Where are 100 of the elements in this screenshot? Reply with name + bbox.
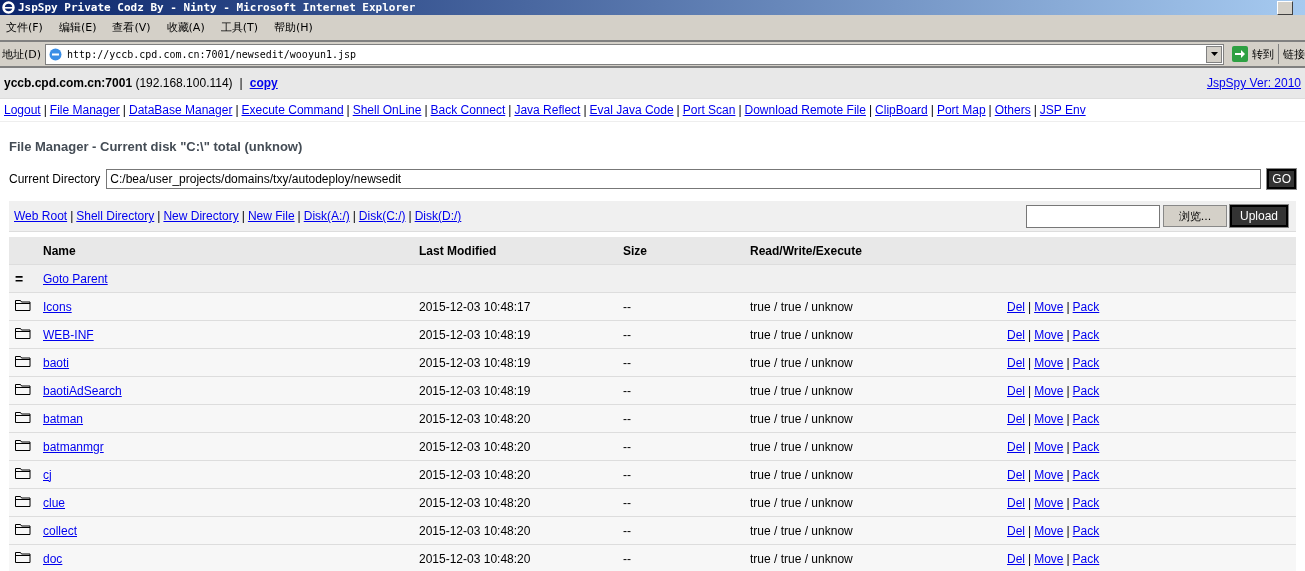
action-link[interactable]: Pack (1072, 551, 1100, 566)
action-link[interactable]: Move (1034, 327, 1064, 342)
toolbar-link[interactable]: Disk(C:/) (358, 209, 406, 223)
action-link[interactable]: Move (1034, 411, 1064, 426)
toolbar-link[interactable]: New File (247, 209, 295, 223)
action-link[interactable]: Del (1007, 355, 1025, 370)
nav-link[interactable]: Execute Command (241, 103, 344, 117)
nav-link[interactable]: JSP Env (1039, 103, 1086, 117)
action-link[interactable]: Move (1034, 495, 1064, 510)
folder-link[interactable]: baotiAdSearch (43, 383, 122, 398)
toolbar-link[interactable]: New Directory (163, 209, 239, 223)
separator: | (868, 103, 873, 117)
table-cell: -- (623, 439, 631, 454)
toolbar-link[interactable]: Disk(A:/) (303, 209, 350, 223)
table-cell: true / true / unknow (750, 355, 853, 370)
browse-button[interactable]: 浏览... (1162, 205, 1227, 227)
action-link[interactable]: Del (1007, 327, 1025, 342)
table-cell: 2015-12-03 10:48:20 (419, 551, 531, 566)
separator: | (241, 209, 245, 223)
table-cell: true / true / unknow (750, 411, 853, 426)
toolbar-link[interactable]: Web Root (14, 209, 68, 223)
action-link[interactable]: Pack (1072, 383, 1100, 398)
go-button[interactable]: GO (1267, 169, 1296, 189)
parent-link[interactable]: Goto Parent (43, 271, 108, 286)
action-link[interactable]: Move (1034, 439, 1064, 454)
folder-link[interactable]: batmanmgr (43, 439, 104, 454)
nav-link[interactable]: Java Reflect (514, 103, 581, 117)
action-link[interactable]: Pack (1072, 467, 1100, 482)
action-link[interactable]: Pack (1072, 495, 1100, 510)
action-link[interactable]: Pack (1072, 327, 1100, 342)
menu-item[interactable]: 编辑(E) (58, 20, 97, 35)
action-link[interactable]: Move (1034, 355, 1064, 370)
nav-link[interactable]: ClipBoard (875, 103, 928, 117)
separator: | (583, 103, 587, 117)
action-link[interactable]: Move (1034, 467, 1064, 482)
action-link[interactable]: Del (1007, 411, 1025, 426)
nav-link[interactable]: Port Scan (682, 103, 736, 117)
dropdown-button[interactable] (1206, 45, 1222, 63)
address-field[interactable]: http://yccb.cpd.com.cn:7001/newsedit/wooyun1.jsp (45, 43, 1224, 65)
separator: | (1028, 551, 1032, 566)
action-link[interactable]: Del (1007, 299, 1025, 314)
action-link[interactable]: Move (1034, 523, 1064, 538)
folder-link[interactable]: batman (43, 411, 84, 426)
folder-icon (15, 495, 31, 507)
folder-link[interactable]: collect (43, 523, 77, 538)
minimize-button[interactable] (1277, 0, 1293, 15)
menu-item[interactable]: 文件(F) (6, 20, 43, 35)
nav-link[interactable]: Shell OnLine (352, 103, 422, 117)
nav-link[interactable]: Download Remote File (744, 103, 866, 117)
action-link[interactable]: Del (1007, 383, 1025, 398)
nav-link[interactable]: DataBase Manager (129, 103, 233, 117)
upload-button[interactable]: Upload (1229, 205, 1288, 227)
table-cell: -- (623, 383, 631, 398)
nav-link[interactable]: Port Map (936, 103, 986, 117)
action-link[interactable]: Del (1007, 439, 1025, 454)
separator: | (1066, 327, 1070, 342)
folder-link[interactable]: doc (43, 551, 63, 566)
action-link[interactable]: Pack (1072, 411, 1100, 426)
folder-icon (15, 523, 31, 535)
column-header: Name (43, 243, 76, 258)
menu-item[interactable]: 查看(V) (112, 20, 151, 35)
separator: | (408, 209, 412, 223)
action-link[interactable]: Pack (1072, 439, 1100, 454)
action-link[interactable]: Pack (1072, 355, 1100, 370)
action-link[interactable]: Del (1007, 467, 1025, 482)
separator: | (352, 209, 356, 223)
nav-link[interactable]: Eval Java Code (589, 103, 674, 117)
menu-item[interactable]: 工具(T) (220, 20, 258, 35)
folder-link[interactable]: cj (43, 467, 52, 482)
folder-link[interactable]: Icons (43, 299, 72, 314)
menu-item[interactable]: 帮助(H) (274, 20, 313, 35)
action-link[interactable]: Del (1007, 523, 1025, 538)
separator: | (424, 103, 428, 117)
table-cell: 2015-12-03 10:48:20 (419, 495, 531, 510)
folder-link[interactable]: WEB-INF (43, 327, 94, 342)
links-button[interactable]: 链接 (1283, 46, 1305, 62)
nav-link[interactable]: Logout (4, 103, 41, 117)
copy-link[interactable]: copy (249, 76, 278, 90)
toolbar-link[interactable]: Disk(D:/) (414, 209, 462, 223)
folder-icon (15, 467, 31, 479)
action-link[interactable]: Move (1034, 551, 1064, 566)
nav-link[interactable]: Others (994, 103, 1031, 117)
action-link[interactable]: Move (1034, 383, 1064, 398)
go-button[interactable]: 转到 (1228, 44, 1279, 64)
nav-link[interactable]: Back Connect (430, 103, 506, 117)
file-field[interactable] (1025, 204, 1160, 228)
version-link[interactable]: JspSpy Ver: 2010 (1206, 76, 1301, 90)
action-link[interactable]: Pack (1072, 299, 1100, 314)
nav-link[interactable]: File Manager (49, 103, 120, 117)
folder-link[interactable]: baoti (43, 355, 70, 370)
directory-field[interactable]: C:/bea/user_projects/domains/txy/autodeploy/newsedit (106, 169, 1262, 189)
action-link[interactable]: Move (1034, 299, 1064, 314)
action-link[interactable]: Del (1007, 495, 1025, 510)
action-link[interactable]: Pack (1072, 523, 1100, 538)
toolbar-link[interactable]: Shell Directory (76, 209, 155, 223)
menu-item[interactable]: 收藏(A) (166, 20, 205, 35)
folder-icon (15, 383, 31, 395)
action-link[interactable]: Del (1007, 551, 1025, 566)
address-label: 地址(D) (1, 46, 42, 62)
folder-link[interactable]: clue (43, 495, 65, 510)
